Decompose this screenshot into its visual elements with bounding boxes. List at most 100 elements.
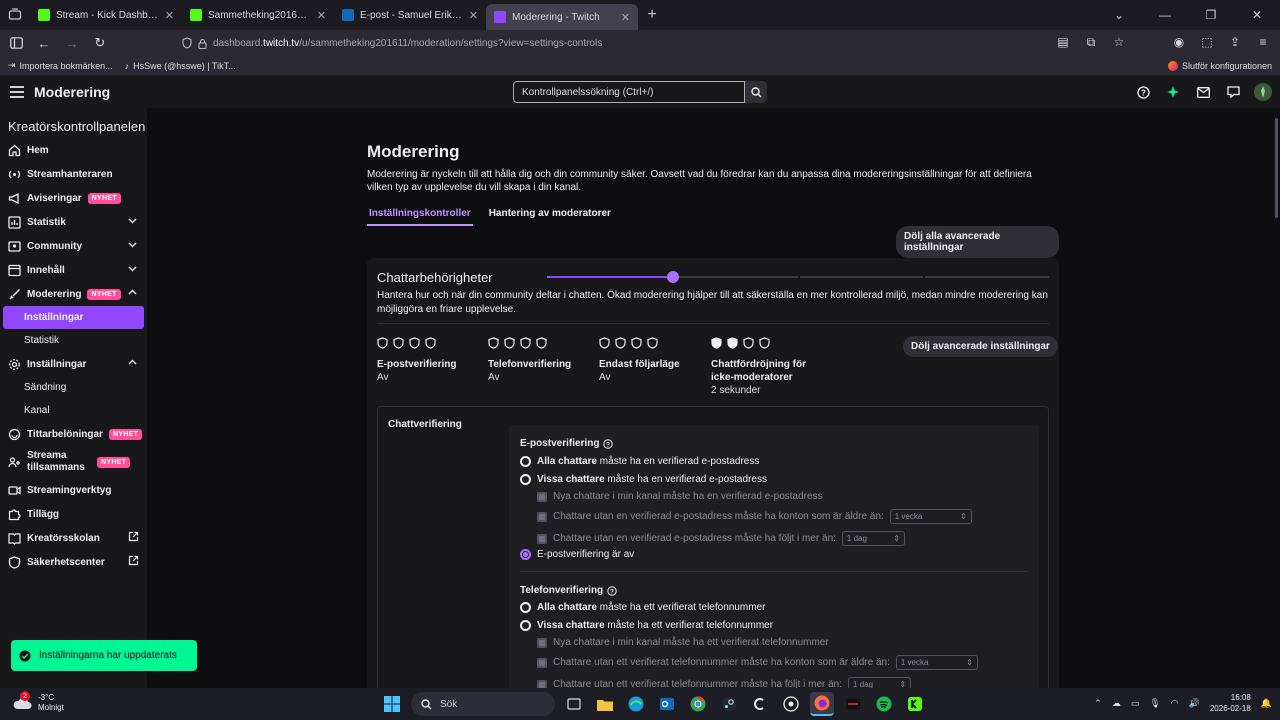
notifications-icon[interactable]: 🔔 [1261, 698, 1272, 709]
close-tab-icon[interactable]: ✕ [165, 9, 174, 22]
sidebar-item-streaming-tools[interactable]: Streamingverktyg [0, 478, 147, 502]
moderation-level-slider[interactable] [547, 271, 1049, 283]
reader-view-icon[interactable]: ▤ [1054, 33, 1072, 51]
email-option-off[interactable]: E-postverifiering är av [520, 549, 634, 560]
follow-age-select[interactable]: 1 dag ⇕ [841, 531, 905, 546]
email-option-some[interactable]: Vissa chattare måste ha en verifierad e-… [520, 474, 767, 485]
account-age-select[interactable]: 1 vecka ⇕ [895, 655, 978, 670]
back-icon[interactable]: ← [32, 31, 56, 55]
volume-icon[interactable]: 🔊 [1189, 698, 1200, 709]
radio-button-checked[interactable] [520, 549, 531, 560]
checkbox[interactable] [537, 637, 547, 648]
weather-widget[interactable]: 2 -3°C Molnigt [12, 691, 64, 713]
forward-icon[interactable]: → [60, 31, 84, 55]
checkbox[interactable] [537, 511, 547, 522]
wifi-icon[interactable]: ◠ [1171, 698, 1179, 709]
close-tab-icon[interactable]: ✕ [317, 9, 326, 22]
follow-age-select[interactable]: 1 dag ⇕ [848, 677, 912, 688]
sidebar-item-alerts[interactable]: Aviseringar NYHET [0, 186, 147, 210]
kick-icon[interactable] [903, 692, 927, 716]
share-icon[interactable]: ⇪ [1226, 33, 1244, 51]
help-icon[interactable]: ? [1134, 83, 1152, 101]
sidebar-subitem-moderation-analytics[interactable]: Statistik [0, 329, 147, 352]
close-tab-icon[interactable]: ✕ [469, 9, 478, 22]
sidebar-item-viewer-rewards[interactable]: Tittarbelöningar NYHET [0, 422, 147, 446]
phone-sub-new-chatters[interactable]: Nya chattare i min kanal måste ha ett ve… [537, 637, 829, 648]
firefox-icon[interactable] [810, 692, 834, 716]
onedrive-icon[interactable]: ☁ [1112, 698, 1121, 709]
account-age-select[interactable]: 1 vecka ⇕ [889, 509, 972, 524]
extensions-icon[interactable]: ⬚ [1198, 33, 1216, 51]
tab-settings-controls[interactable]: Inställningskontroller [367, 208, 473, 226]
phone-option-all[interactable]: Alla chattare måste ha ett verifierat te… [520, 602, 765, 613]
sidebar-subitem-channel[interactable]: Kanal [0, 399, 147, 422]
search-input[interactable] [513, 81, 745, 103]
sidebar-toggle-icon[interactable] [4, 31, 28, 55]
finish-setup-link[interactable]: Slutför konfigurationen [1167, 60, 1272, 71]
sidebar-item-home[interactable]: Hem [0, 138, 147, 162]
microphone-icon[interactable]: 🎙 [1149, 698, 1160, 709]
browser-tab-kick-stream[interactable]: Sammetheking20161 Stream - Kick ✕ [182, 0, 334, 30]
radio-button[interactable] [520, 602, 531, 613]
bookmark-star-icon[interactable]: ☆ [1110, 33, 1128, 51]
radio-button[interactable] [520, 620, 531, 631]
search-button[interactable] [745, 81, 767, 103]
main-scrollbar[interactable] [1275, 118, 1278, 218]
slider-knob[interactable] [666, 271, 679, 283]
reload-icon[interactable]: ↻ [88, 31, 112, 55]
tray-chevron-up-icon[interactable]: ⌃ [1094, 698, 1102, 709]
email-sub-account-age[interactable]: Chattare utan en verifierad e-postadress… [537, 509, 972, 524]
bookmark-tiktok[interactable]: ♪ HsSwe (@hsswe) | TikT... [125, 61, 236, 71]
outlook-icon[interactable] [655, 692, 679, 716]
address-bar[interactable]: dashboard.twitch.tv/u/sammetheking201611… [176, 32, 1128, 54]
minimize-icon[interactable]: — [1142, 8, 1188, 22]
lock-icon[interactable] [198, 38, 207, 49]
account-icon[interactable]: ◉ [1170, 33, 1188, 51]
checkbox[interactable] [537, 533, 547, 544]
sidebar-item-stream-manager[interactable]: Streamhanteraren [0, 162, 147, 186]
sidebar-item-content[interactable]: Innehåll [0, 258, 147, 282]
email-sub-new-chatters[interactable]: Nya chattare i min kanal måste ha en ver… [537, 491, 823, 502]
chrome-icon[interactable] [686, 692, 710, 716]
steam-icon[interactable] [717, 692, 741, 716]
close-window-icon[interactable]: ✕ [1234, 8, 1280, 22]
clock[interactable]: 16:08 2026-02-18 [1210, 692, 1251, 714]
ghub-icon[interactable] [748, 692, 772, 716]
sidebar-item-safety-center[interactable]: Säkerhetscenter [0, 550, 147, 574]
browser-tab-kick-dashboard[interactable]: Stream - Kick Dashboard ✕ [30, 0, 182, 30]
sidebar-item-extensions[interactable]: Tillägg [0, 502, 147, 526]
restore-icon[interactable]: ❐ [1188, 8, 1234, 22]
hide-advanced-button[interactable]: Dölj avancerade inställningar [903, 336, 1058, 357]
tab-overview-icon[interactable] [0, 0, 30, 30]
spotify-icon[interactable] [872, 692, 896, 716]
phone-sub-follow-age[interactable]: Chattare utan ett verifierat telefonnumm… [537, 677, 912, 688]
checkbox[interactable] [537, 491, 547, 502]
windows-start-icon[interactable] [380, 692, 404, 716]
sidebar-subitem-stream[interactable]: Sändning [0, 376, 147, 399]
menu-toggle-icon[interactable] [0, 86, 34, 98]
bookmark-import[interactable]: ⇥ Importera bokmärken... [8, 60, 113, 71]
task-view-icon[interactable] [562, 692, 586, 716]
radio-button[interactable] [520, 474, 531, 485]
phone-sub-account-age[interactable]: Chattare utan ett verifierat telefonnumm… [537, 655, 978, 670]
avatar[interactable] [1254, 83, 1272, 101]
screenshot-icon[interactable]: ⧉ [1082, 33, 1100, 51]
sidebar-item-stream-together[interactable]: Streama tillsammans NYHET [0, 446, 147, 478]
github-icon[interactable] [779, 692, 803, 716]
hide-all-advanced-button[interactable]: Dölj alla avancerade inställningar [896, 226, 1059, 258]
sidebar-item-analytics[interactable]: Statistik [0, 210, 147, 234]
tab-moderator-management[interactable]: Hantering av moderatorer [487, 208, 613, 226]
shield-icon[interactable] [182, 37, 192, 49]
sidebar-item-moderation[interactable]: Moderering NYHET [0, 282, 147, 306]
email-option-all[interactable]: Alla chattare måste ha en verifierad e-p… [520, 456, 759, 467]
edge-icon[interactable] [624, 692, 648, 716]
checkbox[interactable] [537, 657, 547, 668]
file-explorer-icon[interactable] [593, 692, 617, 716]
checkbox[interactable] [537, 679, 547, 688]
menu-icon[interactable]: ≡ [1254, 33, 1272, 51]
whispers-icon[interactable] [1224, 83, 1242, 101]
new-tab-icon[interactable]: + [638, 6, 666, 24]
sidebar-item-community[interactable]: Community [0, 234, 147, 258]
network-icon[interactable]: ▭ [1131, 698, 1140, 709]
taskbar-search[interactable]: Sök [411, 692, 555, 716]
